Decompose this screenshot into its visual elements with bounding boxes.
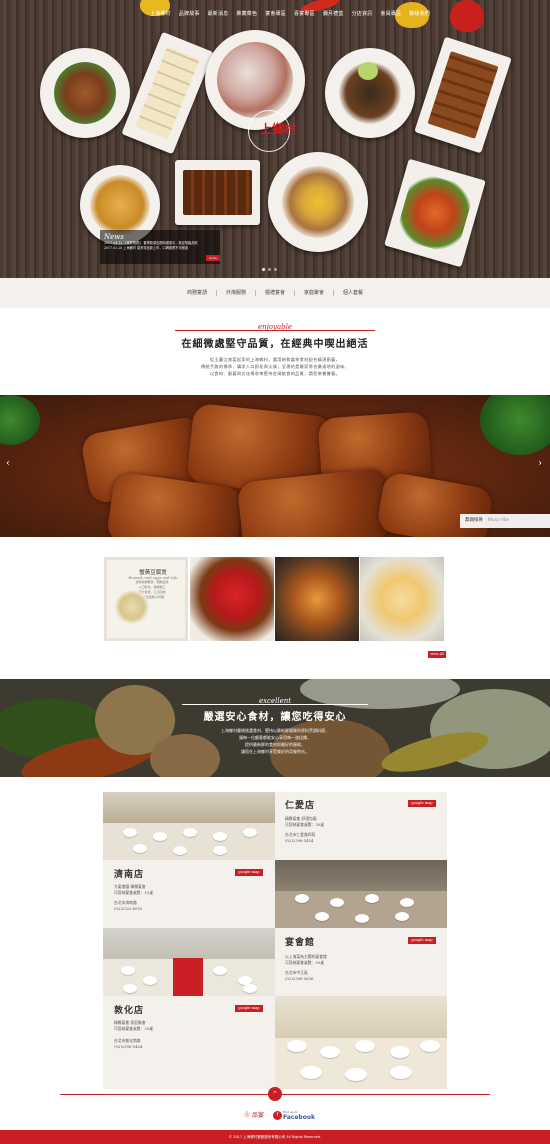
nav-item[interactable]: 最新消息: [208, 10, 229, 17]
branch-info: 精緻宴會 家庭聚會: [114, 1020, 146, 1025]
branch-info: 大宴會廳 精緻宴會: [114, 884, 146, 889]
branch-photo[interactable]: [275, 860, 447, 928]
veg-paragraph: 上海鄉村嚴格挑選食材，堅持以最新鮮優質的原料烹調料理，: [221, 728, 329, 733]
intro-en-heading: enjoyable: [257, 323, 293, 331]
google-map-button[interactable]: google map: [408, 800, 436, 807]
dish-glazed-pork: [414, 36, 512, 154]
intro-paragraph: 傳統手路的傳承，講求入口即化與火候，呈現的是最家常也最道地的滋味，: [200, 364, 350, 369]
intro-title: 在細微處堅守品質，在經典中喫出絕活: [181, 339, 369, 350]
nav-item[interactable]: 品牌故事: [179, 10, 200, 17]
slider-dot[interactable]: [268, 268, 271, 271]
view-all-button[interactable]: view all: [428, 651, 446, 658]
slider-dot[interactable]: [274, 268, 277, 271]
news-more-button[interactable]: more: [206, 255, 220, 261]
nav-item[interactable]: 會員專區: [380, 10, 401, 17]
google-map-button[interactable]: google map: [408, 937, 436, 944]
google-map-button[interactable]: google map: [235, 869, 263, 876]
dish-image: [115, 590, 149, 624]
nav-item[interactable]: 喜宴專區: [294, 10, 315, 17]
dish-eel: [175, 160, 260, 225]
branch-address: 台北市中正區: [285, 970, 308, 975]
featured-dish-card[interactable]: 蟹黃豆腐煲 Braised crab eggs and tofu 選用新鮮蟹黃，…: [104, 557, 188, 641]
veg-title: 嚴選安心食材，讓您吃得安心: [203, 712, 347, 723]
veg-en-heading: excellent: [258, 697, 292, 705]
logo-subtitle: SHANGHAI VILLAGE: [254, 139, 292, 143]
facebook-label: Facebook: [283, 1114, 315, 1121]
service-nav-item[interactable]: 商務宴請: [178, 290, 217, 296]
veg-paragraph: 讓每一位顧客都能安心享用每一道佳餚，: [239, 735, 311, 740]
banner-caption-en: Wuxi ribs: [487, 518, 509, 523]
service-nav-item[interactable]: 外燴服務: [217, 290, 256, 296]
branch-info: 可容納宴會桌數：50桌: [285, 960, 325, 965]
nav-item[interactable]: 宴會專區: [265, 10, 286, 17]
logo[interactable]: 上鄉村: [260, 120, 296, 137]
service-nav-item[interactable]: 婚禮宴會: [256, 290, 295, 296]
facebook-icon: f: [273, 1111, 282, 1120]
main-nav: 上海鄉村 品牌故事 最新消息 推薦菜色 宴會專區 喜宴專區 彌月禮盒 分店資訊 …: [150, 10, 430, 17]
slider-dot[interactable]: [262, 268, 265, 271]
banner-caption: 無錫排骨 Wuxi ribs: [460, 514, 550, 528]
branch-address: 台北市濟南路: [114, 900, 137, 905]
service-nav-item[interactable]: 個人套餐: [334, 290, 372, 296]
branch-info: 可容納宴會桌數：30桌: [285, 822, 325, 827]
hero-slider: 上海鄉村 品牌故事 最新消息 推薦菜色 宴會專區 喜宴專區 彌月禮盒 分店資訊 …: [0, 0, 550, 278]
banner-caption-zh: 無錫排骨: [465, 518, 483, 523]
facebook-link[interactable]: f Find us on Facebook: [273, 1110, 315, 1121]
dish-thumbnail[interactable]: [190, 557, 274, 641]
branch-phone: (02)2396-5454: [285, 838, 314, 843]
copyright: © 2017 上海鄉村餐飲股份有限公司 All Rights Reserved.: [0, 1130, 550, 1144]
branch-photo[interactable]: [103, 928, 275, 996]
branch-phone: (02)2322-6555: [114, 906, 143, 911]
branch-phone: (02)2396-5656: [285, 976, 314, 981]
nav-item[interactable]: 推薦菜色: [236, 10, 257, 17]
nav-item[interactable]: 彌月禮盒: [323, 10, 344, 17]
dish-braised-duck: [325, 48, 415, 138]
branch-name: 仁愛店: [285, 801, 316, 811]
branch-info: 精緻宴會 舒適包廂: [285, 816, 317, 821]
google-map-button[interactable]: google map: [235, 1005, 263, 1012]
branch-address: 台北市仁愛路四段: [285, 832, 316, 837]
branch-info: 可容納宴會桌數：15桌: [114, 890, 154, 895]
branch-name: 敦化店: [114, 1006, 145, 1016]
branch-address: 台北市敦化南路: [114, 1038, 141, 1043]
dish-tofu-plate: [121, 31, 214, 155]
news-item[interactable]: 2017.03.28 上海鄉村 菜系特色新上市，口碑推薦不可錯過: [104, 246, 216, 251]
branch-photo[interactable]: [103, 792, 275, 860]
branch-name: 宴會館: [285, 938, 316, 948]
intro-paragraph: 從玉蘭江南菜起家的上海鄉村，選用新鮮當季食材配合精湛廚藝，: [209, 357, 341, 362]
nav-item[interactable]: 上海鄉村: [150, 10, 171, 17]
news-box: News 2017.04.12 【推薦推薦】 春季新菜色限時優惠中，歡迎蒞臨品嚐…: [100, 230, 220, 264]
brand-logo[interactable]: ❀ 品宴: [244, 1110, 264, 1119]
dish-ginkgo-meat: [268, 152, 368, 252]
dish-title: 蟹黃豆腐煲: [139, 570, 167, 576]
dish-shrimp: [384, 158, 486, 268]
brand-name: 品宴: [251, 1112, 264, 1119]
dish-noodles: [40, 48, 130, 138]
service-nav: 商務宴請 外燴服務 婚禮宴會 家庭聚會 個人套餐: [0, 278, 550, 308]
branch-info: 可容納宴會桌數：20桌: [114, 1026, 154, 1031]
dish-thumbnail[interactable]: [360, 557, 444, 641]
intro-paragraph: 以食材、廚藝與文化傳承來堅持台灣飲食的品質，請您來嘗嘗看。: [209, 371, 341, 376]
dish-thumbnail[interactable]: [275, 557, 359, 641]
nav-item[interactable]: 聯絡我們: [409, 10, 430, 17]
pepper-red: [450, 0, 484, 32]
branch-phone: (02)2396-5454: [114, 1044, 143, 1049]
slider-dots: [262, 268, 277, 271]
chevron-left-icon[interactable]: ‹: [6, 458, 10, 469]
branch-name: 濟南店: [114, 870, 145, 880]
branch-photo[interactable]: [275, 996, 447, 1089]
branch-info: 以上海菜為主題的宴會館: [285, 954, 327, 959]
news-title: News: [104, 233, 124, 241]
nav-item[interactable]: 分店資訊: [352, 10, 373, 17]
service-nav-item[interactable]: 家庭聚會: [295, 290, 335, 296]
chevron-right-icon[interactable]: ›: [538, 458, 542, 469]
chevron-up-icon[interactable]: ⌃: [268, 1087, 282, 1101]
veg-paragraph: 提供最新鮮的食材與最好的服務，: [245, 742, 305, 747]
veg-paragraph: 讓您在上海鄉村享受美好的用餐時光。: [241, 749, 309, 754]
